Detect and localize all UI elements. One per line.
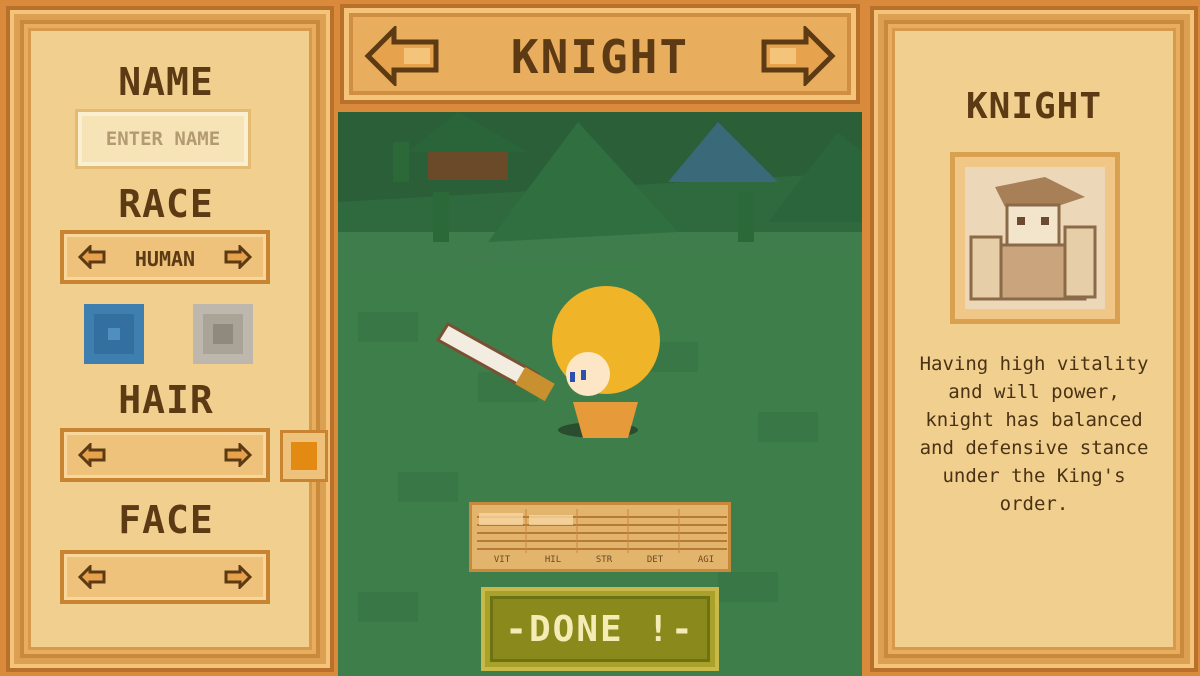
stat-label-hil: HIL: [544, 555, 562, 565]
hair-selector: [60, 428, 270, 482]
race-next-arrow-icon[interactable]: [224, 245, 252, 269]
stat-label-det: DET: [646, 555, 664, 565]
skin-color-swatch-blue[interactable]: [84, 304, 144, 364]
skin-color-swatch-gray[interactable]: [193, 304, 253, 364]
stat-label-vit: VIT: [493, 555, 511, 565]
class-description: Having high vitality and will power, kni…: [919, 353, 1149, 515]
race-selector: HUMAN: [60, 230, 270, 284]
class-title-bar: KNIGHT: [340, 4, 860, 104]
race-heading: RACE: [118, 182, 214, 226]
class-portrait: [950, 152, 1120, 324]
knight-portrait-icon: [955, 157, 1115, 319]
face-prev-arrow-icon[interactable]: [78, 565, 106, 589]
class-info-panel: KNIGHT Having high vitality and will pow…: [870, 6, 1198, 672]
hair-next-arrow-icon[interactable]: [224, 443, 252, 467]
stat-label-agi: AGI: [697, 555, 715, 565]
class-next-arrow-icon[interactable]: [758, 26, 836, 86]
class-info-heading: KNIGHT: [965, 86, 1103, 127]
stat-label-str: STR: [595, 555, 613, 565]
face-selector: [60, 550, 270, 604]
name-heading: NAME: [118, 60, 214, 104]
face-next-arrow-icon[interactable]: [224, 565, 252, 589]
done-button-label: -DONE !-: [505, 609, 695, 650]
face-heading: FACE: [118, 498, 214, 542]
stats-bars: [477, 509, 727, 553]
race-value: HUMAN: [134, 247, 196, 271]
done-button[interactable]: -DONE !-: [481, 587, 719, 671]
hair-heading: HAIR: [118, 378, 214, 422]
name-input[interactable]: [78, 112, 248, 166]
stats-panel: VIT HIL STR DET AGI: [469, 502, 731, 572]
hair-prev-arrow-icon[interactable]: [78, 443, 106, 467]
hair-color-swatch[interactable]: [280, 430, 328, 482]
race-prev-arrow-icon[interactable]: [78, 245, 106, 269]
